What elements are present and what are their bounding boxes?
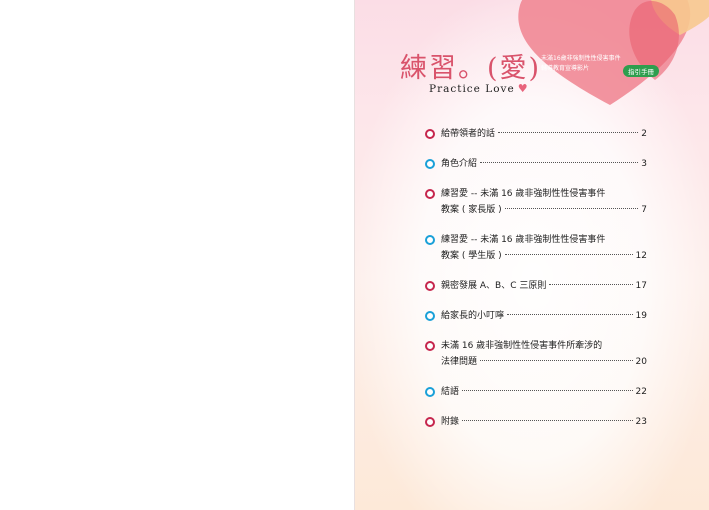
guide-badge: 指引手冊: [623, 65, 659, 77]
toc-entry-last-line: 教案 ( 家長版 ) 7: [441, 202, 647, 218]
toc-entry-text: 練習愛 -- 未滿 16 歲非強制性性侵害事件: [441, 189, 606, 199]
toc-entry-line: 練習愛 -- 未滿 16 歲非強制性性侵害事件: [441, 186, 647, 202]
page-title: 練習。(愛): [400, 53, 542, 84]
dot-leader: [498, 132, 639, 133]
toc-entry[interactable]: 練習愛 -- 未滿 16 歲非強制性性侵害事件 教案 ( 家長版 ) 7: [425, 186, 647, 218]
page-number: 3: [641, 159, 647, 169]
dot-leader: [549, 284, 633, 285]
blank-left-page: [0, 0, 354, 510]
toc-entry-line: 未滿 16 歲非強制性性侵害事件所牽涉的: [441, 338, 647, 354]
toc-entry[interactable]: 給帶領者的話 2: [425, 126, 647, 142]
toc-entry[interactable]: 給家長的小叮嚀 19: [425, 308, 647, 324]
toc-entry-last-line: 法律問題 20: [441, 354, 647, 370]
dot-leader: [504, 208, 639, 209]
toc-entry[interactable]: 附錄 23: [425, 414, 647, 430]
page-number: 22: [635, 387, 647, 397]
bullet-ring-icon: [425, 311, 435, 321]
english-subtitle: Practice Love ♥: [429, 82, 529, 95]
banner-text: 未滿16歲非強制性性侵害事件 輔導教育宣導影片: [541, 54, 621, 74]
toc-entry-last-line: 親密發展 A、B、C 三原則 17: [441, 278, 647, 294]
bullet-ring-icon: [425, 341, 435, 351]
dot-leader: [504, 254, 633, 255]
toc-entry-last-line: 給家長的小叮嚀 19: [441, 308, 647, 324]
page-number: 7: [641, 205, 647, 215]
dot-leader: [507, 314, 633, 315]
page-number: 17: [635, 281, 647, 291]
english-subtitle-text: Practice Love: [429, 83, 515, 95]
toc-entry-text: 親密發展 A、B、C 三原則: [441, 281, 547, 291]
page-number: 2: [641, 129, 647, 139]
toc-entry-last-line: 給帶領者的話 2: [441, 126, 647, 142]
toc-entry-text: 附錄: [441, 417, 460, 427]
toc-entry[interactable]: 親密發展 A、B、C 三原則 17: [425, 278, 647, 294]
bullet-ring-icon: [425, 189, 435, 199]
bullet-ring-icon: [425, 129, 435, 139]
toc-entry-text: 給家長的小叮嚀: [441, 311, 505, 321]
toc-entry-text: 法律問題: [441, 357, 478, 367]
bullet-ring-icon: [425, 235, 435, 245]
page-number: 12: [635, 251, 647, 261]
toc-entry-last-line: 角色介紹 3: [441, 156, 647, 172]
dot-leader: [462, 420, 633, 421]
toc-entry[interactable]: 結語 22: [425, 384, 647, 400]
toc-entry-line: 練習愛 -- 未滿 16 歲非強制性性侵害事件: [441, 232, 647, 248]
dot-leader: [480, 360, 633, 361]
toc-entry-text: 未滿 16 歲非強制性性侵害事件所牽涉的: [441, 341, 603, 351]
toc-entry-last-line: 附錄 23: [441, 414, 647, 430]
dot-leader: [480, 162, 639, 163]
dot-leader: [462, 390, 633, 391]
toc-entry-text: 給帶領者的話: [441, 129, 496, 139]
bullet-ring-icon: [425, 159, 435, 169]
toc-entry-last-line: 教案 ( 學生版 ) 12: [441, 248, 647, 264]
toc-entry[interactable]: 未滿 16 歲非強制性性侵害事件所牽涉的 法律問題 20: [425, 338, 647, 370]
toc-entry[interactable]: 角色介紹 3: [425, 156, 647, 172]
banner-line-2: 輔導教育宣導影片: [541, 65, 590, 72]
toc-entry-text: 教案 ( 學生版 ): [441, 251, 502, 261]
toc-entry-text: 教案 ( 家長版 ): [441, 205, 502, 215]
bullet-ring-icon: [425, 387, 435, 397]
page-number: 23: [635, 417, 647, 427]
toc-entry-text: 結語: [441, 387, 460, 397]
contents-page: 練習。(愛) Practice Love ♥ 未滿16歲非強制性性侵害事件 輔導教…: [354, 0, 709, 510]
page-number: 19: [635, 311, 647, 321]
heart-icon: ♥: [517, 82, 529, 95]
page-number: 20: [635, 357, 647, 367]
toc-entry-last-line: 結語 22: [441, 384, 647, 400]
banner-line-1: 未滿16歲非強制性性侵害事件: [541, 55, 621, 62]
bullet-ring-icon: [425, 417, 435, 427]
toc-entry[interactable]: 練習愛 -- 未滿 16 歲非強制性性侵害事件 教案 ( 學生版 ) 12: [425, 232, 647, 264]
table-of-contents: 給帶領者的話 2 角色介紹 3 練習愛 -- 未滿 16 歲非強制性性侵害事件 教案 ( …: [425, 126, 647, 444]
toc-entry-text: 練習愛 -- 未滿 16 歲非強制性性侵害事件: [441, 235, 606, 245]
bullet-ring-icon: [425, 281, 435, 291]
toc-entry-text: 角色介紹: [441, 159, 478, 169]
